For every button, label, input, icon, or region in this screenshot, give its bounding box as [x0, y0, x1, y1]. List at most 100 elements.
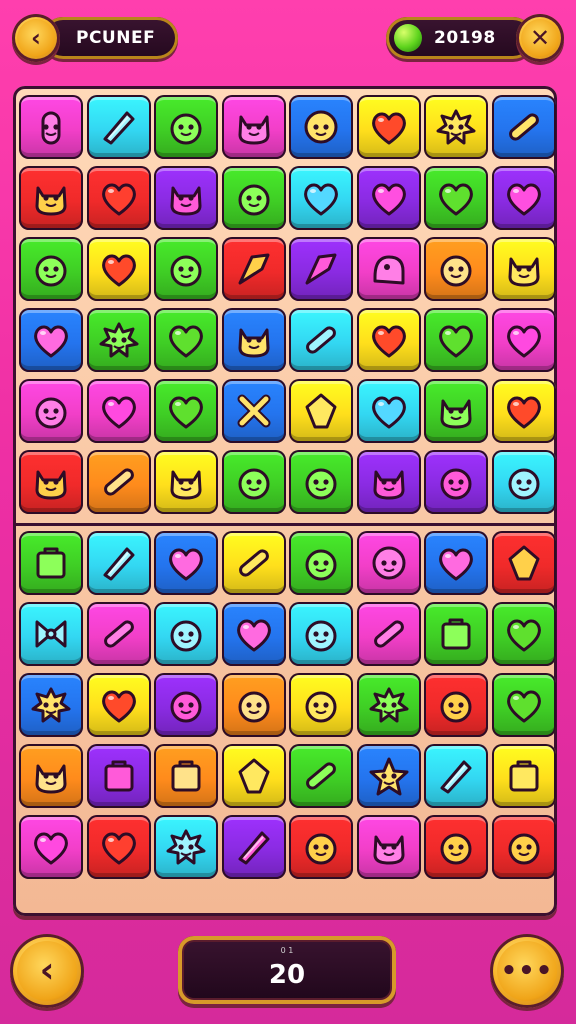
tile-star[interactable]	[357, 744, 421, 808]
tile-splat[interactable]	[357, 673, 421, 737]
tile-heart[interactable]	[154, 308, 218, 372]
heart-icon	[102, 832, 136, 865]
blob-icon	[440, 833, 472, 865]
tile-heart[interactable]	[357, 95, 421, 159]
tile-cat[interactable]	[154, 166, 218, 230]
tile-bow[interactable]	[19, 602, 83, 666]
tile-blade[interactable]	[87, 95, 151, 159]
tile-blob[interactable]	[19, 237, 83, 301]
tile-heart[interactable]	[289, 166, 353, 230]
tile-splat[interactable]	[87, 308, 151, 372]
tile-blob[interactable]	[492, 815, 556, 879]
tile-smile[interactable]	[289, 95, 353, 159]
tile-blob[interactable]	[424, 815, 488, 879]
tile-box[interactable]	[19, 531, 83, 595]
tile-heart[interactable]	[19, 815, 83, 879]
tile-bar[interactable]	[357, 602, 421, 666]
tile-blob[interactable]	[154, 673, 218, 737]
tile-ghost[interactable]	[357, 237, 421, 301]
heart-icon	[372, 396, 406, 429]
tile-blob[interactable]	[154, 237, 218, 301]
tile-cat[interactable]	[19, 166, 83, 230]
tile-bar[interactable]	[492, 95, 556, 159]
tile-blade[interactable]	[222, 815, 286, 879]
tile-gem[interactable]	[492, 531, 556, 595]
tile-heart[interactable]	[87, 237, 151, 301]
tile-heart[interactable]	[154, 379, 218, 443]
tile-gem[interactable]	[222, 744, 286, 808]
tile-blob[interactable]	[289, 531, 353, 595]
splat-icon	[99, 322, 139, 358]
tile-blob[interactable]	[222, 166, 286, 230]
tile-blob[interactable]	[154, 602, 218, 666]
tile-heart[interactable]	[222, 602, 286, 666]
tile-smile[interactable]	[357, 531, 421, 595]
tile-splat[interactable]	[154, 815, 218, 879]
tile-heart[interactable]	[424, 166, 488, 230]
tile-heart[interactable]	[87, 379, 151, 443]
tile-shard[interactable]	[289, 237, 353, 301]
tile-bar[interactable]	[289, 308, 353, 372]
tile-heart[interactable]	[357, 379, 421, 443]
tile-blob[interactable]	[222, 673, 286, 737]
tile-blob[interactable]	[424, 450, 488, 514]
close-button[interactable]: ✕	[516, 14, 564, 62]
tile-blade[interactable]	[87, 531, 151, 595]
tile-blade[interactable]	[424, 744, 488, 808]
tile-cat[interactable]	[222, 308, 286, 372]
tile-blob[interactable]	[492, 450, 556, 514]
tile-heart[interactable]	[492, 602, 556, 666]
tile-bar[interactable]	[289, 744, 353, 808]
tile-blob[interactable]	[289, 815, 353, 879]
tile-heart[interactable]	[492, 673, 556, 737]
heart-icon	[34, 325, 68, 358]
tile-box[interactable]	[424, 602, 488, 666]
tile-bar[interactable]	[87, 602, 151, 666]
tile-gem[interactable]	[289, 379, 353, 443]
tile-heart[interactable]	[424, 531, 488, 595]
tile-box[interactable]	[492, 744, 556, 808]
tile-cat[interactable]	[19, 450, 83, 514]
tile-heart[interactable]	[87, 815, 151, 879]
tile-cat[interactable]	[222, 95, 286, 159]
tile-heart[interactable]	[357, 308, 421, 372]
tile-cross[interactable]	[222, 379, 286, 443]
tile-cactus[interactable]	[19, 95, 83, 159]
tile-heart[interactable]	[87, 166, 151, 230]
tile-heart[interactable]	[492, 379, 556, 443]
tile-heart[interactable]	[19, 308, 83, 372]
tile-cat[interactable]	[154, 450, 218, 514]
tile-cat[interactable]	[424, 379, 488, 443]
tile-cat[interactable]	[357, 450, 421, 514]
tile-heart[interactable]	[357, 166, 421, 230]
tile-blob[interactable]	[19, 379, 83, 443]
tile-bar[interactable]	[87, 450, 151, 514]
tile-heart[interactable]	[87, 673, 151, 737]
tile-blob[interactable]	[222, 450, 286, 514]
splat-icon	[31, 687, 71, 723]
tile-blob[interactable]	[424, 237, 488, 301]
tile-blob[interactable]	[289, 602, 353, 666]
tile-shard[interactable]	[222, 237, 286, 301]
tile-blob[interactable]	[424, 673, 488, 737]
tile-heart[interactable]	[424, 308, 488, 372]
tile-blob[interactable]	[289, 450, 353, 514]
tile-cat[interactable]	[492, 237, 556, 301]
tile-splat[interactable]	[19, 673, 83, 737]
tile-box[interactable]	[154, 744, 218, 808]
tile-box[interactable]	[87, 744, 151, 808]
heart-icon	[372, 325, 406, 358]
tile-bar[interactable]	[222, 531, 286, 595]
tile-heart[interactable]	[492, 166, 556, 230]
heart-icon	[507, 690, 541, 723]
tile-blob[interactable]	[289, 673, 353, 737]
tile-cat[interactable]	[357, 815, 421, 879]
tile-splat[interactable]	[424, 95, 488, 159]
previous-button[interactable]: ‹	[10, 934, 84, 1008]
tile-heart[interactable]	[154, 531, 218, 595]
tile-blob[interactable]	[154, 95, 218, 159]
tile-heart[interactable]	[492, 308, 556, 372]
tile-cat[interactable]	[19, 744, 83, 808]
more-options-button[interactable]: •••	[490, 934, 564, 1008]
back-button[interactable]: ‹	[12, 14, 60, 62]
